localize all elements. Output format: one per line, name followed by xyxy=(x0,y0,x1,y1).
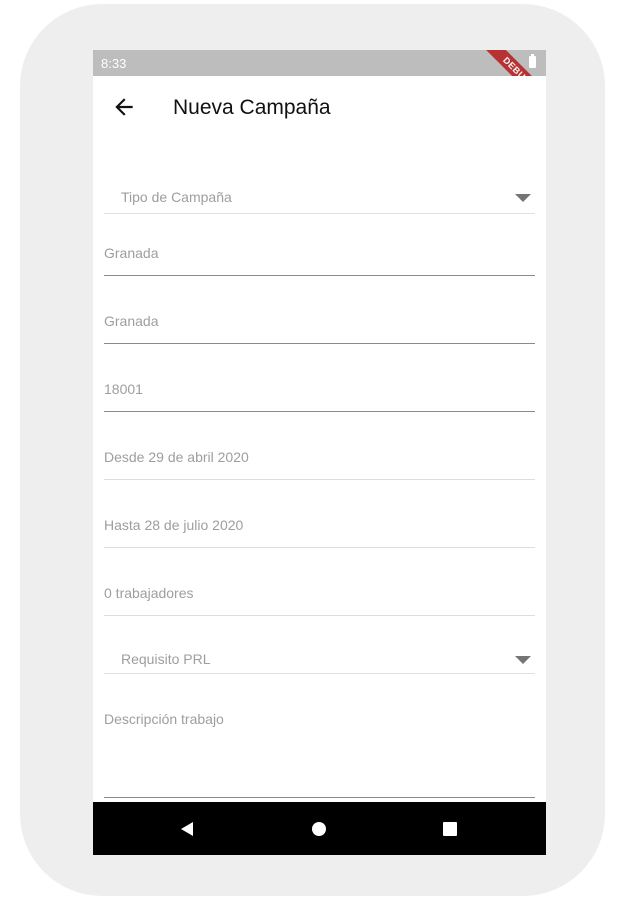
status-bar: 8:33 DEBUG xyxy=(93,50,546,115)
postal-code-field[interactable]: 18001 xyxy=(104,344,535,412)
arrow-left-icon[interactable] xyxy=(111,94,137,120)
square-recents-icon[interactable] xyxy=(443,822,457,836)
triangle-back-icon[interactable] xyxy=(181,822,193,836)
postal-code-value: 18001 xyxy=(104,381,143,397)
prl-requirement-dropdown[interactable]: Requisito PRL xyxy=(104,616,535,674)
battery-icon xyxy=(529,54,536,68)
circle-home-icon[interactable] xyxy=(312,822,326,836)
campaign-type-dropdown[interactable]: Tipo de Campaña xyxy=(104,140,535,214)
start-date-field[interactable]: Desde 29 de abril 2020 xyxy=(104,412,535,480)
dropdown-arrow-icon xyxy=(515,656,531,664)
campaign-type-placeholder: Tipo de Campaña xyxy=(121,189,232,205)
province-field[interactable]: Granada xyxy=(104,214,535,276)
prl-requirement-placeholder: Requisito PRL xyxy=(121,651,211,667)
job-description-placeholder: Descripción trabajo xyxy=(104,711,224,727)
phone-screen: 8:33 DEBUG Nueva Campaña Tipo de Campaña… xyxy=(93,50,546,855)
device-frame: 8:33 DEBUG Nueva Campaña Tipo de Campaña… xyxy=(20,4,605,896)
dropdown-arrow-icon xyxy=(515,194,531,202)
job-description-field[interactable]: Descripción trabajo xyxy=(104,674,535,798)
city-value: Granada xyxy=(104,313,159,329)
page-title: Nueva Campaña xyxy=(173,96,331,119)
workers-field[interactable]: 0 trabajadores xyxy=(104,548,535,616)
campaign-form: Tipo de Campaña Granada Granada 18001 De… xyxy=(104,140,535,798)
job-description-underline xyxy=(104,797,535,798)
city-field[interactable]: Granada xyxy=(104,276,535,344)
status-time: 8:33 xyxy=(101,56,127,71)
arrow-left-icon-svg xyxy=(115,98,133,116)
end-date-field[interactable]: Hasta 28 de julio 2020 xyxy=(104,480,535,548)
start-date-value: Desde 29 de abril 2020 xyxy=(104,449,249,465)
workers-value: 0 trabajadores xyxy=(104,585,194,601)
app-bar: Nueva Campaña xyxy=(93,76,546,140)
end-date-value: Hasta 28 de julio 2020 xyxy=(104,517,244,533)
province-value: Granada xyxy=(104,245,159,261)
android-nav-bar xyxy=(93,802,546,855)
